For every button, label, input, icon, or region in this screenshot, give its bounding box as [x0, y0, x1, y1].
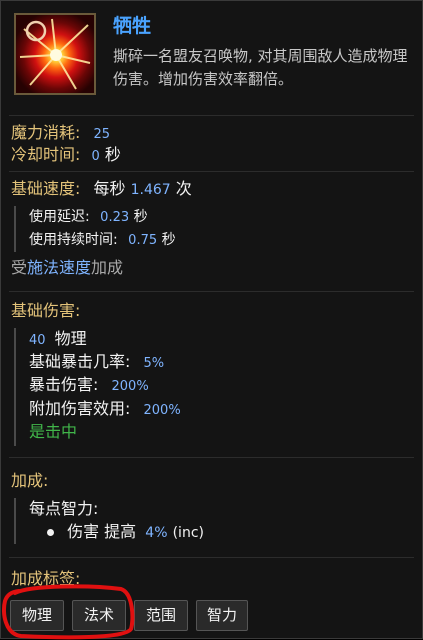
cast-duration-value: 0.75 [128, 233, 158, 248]
divider [9, 171, 414, 172]
added-damage-effectiveness-row: 附加伤害效用: 200% [29, 398, 181, 422]
skill-description: 撕碎一名盟友召唤物, 对其周围敌人造成物理伤害。增加伤害效率翻倍。 [113, 47, 408, 88]
affected-by-row: 受施法速度加成 [11, 257, 123, 279]
indent-bar [14, 498, 16, 544]
divider [9, 115, 414, 116]
divider [9, 457, 414, 458]
base-speed-value: 1.467 [130, 182, 171, 198]
damage-amount-value: 40 [29, 333, 46, 348]
cast-duration-label: 使用持续时间: [29, 232, 118, 248]
is-hit-text: 是击中 [29, 422, 78, 441]
base-damage-label: 基础伤害: [11, 301, 81, 320]
skill-tooltip-panel: 牺牲 撕碎一名盟友召唤物, 对其周围敌人造成物理伤害。增加伤害效率翻倍。 魔力消… [0, 0, 423, 640]
crit-chance-label: 基础暴击几率: [29, 352, 131, 371]
scaling-bullet-value: 4% [145, 525, 168, 541]
per-intelligence-row: 每点智力: [29, 498, 98, 520]
added-damage-effectiveness-label: 附加伤害效用: [29, 399, 131, 418]
tag-area[interactable]: 范围 [134, 600, 188, 631]
cooldown-label: 冷却时间: [11, 145, 81, 164]
cooldown-row: 冷却时间: 0 秒 [11, 144, 121, 168]
cast-delay-label: 使用延迟: [29, 209, 90, 225]
crit-damage-row: 暴击伤害: 200% [29, 374, 149, 398]
scaling-bullet-row: 伤害 提高 4% (inc) [47, 521, 204, 544]
crit-damage-value: 200% [111, 379, 149, 394]
tag-intelligence[interactable]: 智力 [196, 600, 248, 631]
base-damage-label-row: 基础伤害: [11, 300, 80, 322]
bullet-icon [47, 529, 54, 536]
crit-chance-row: 基础暴击几率: 5% [29, 351, 164, 375]
per-intelligence-label: 每点智力: [29, 499, 99, 518]
indent-bar [14, 206, 16, 252]
base-speed-row: 基础速度: 每秒 1.467 次 [11, 178, 192, 201]
affected-prefix: 受 [11, 258, 28, 277]
added-damage-effectiveness-value: 200% [143, 403, 181, 418]
scaling-tags-label: 加成标签: [11, 569, 81, 588]
damage-type: 物理 [54, 329, 87, 348]
divider [9, 291, 414, 292]
cast-speed-link[interactable]: 施法速度 [27, 258, 91, 277]
scaling-label: 加成: [11, 471, 49, 490]
tag-physical[interactable]: 物理 [10, 600, 64, 631]
crit-damage-label: 暴击伤害: [29, 375, 99, 394]
sacrifice-explosion-icon [14, 13, 96, 95]
cast-delay-unit: 秒 [133, 209, 148, 225]
base-speed-unit: 次 [175, 179, 192, 198]
tag-spell[interactable]: 法术 [72, 600, 126, 631]
cast-delay-row: 使用延迟: 0.23 秒 [29, 206, 148, 229]
skill-header: 牺牲 撕碎一名盟友召唤物, 对其周围敌人造成物理伤害。增加伤害效率翻倍。 [9, 7, 416, 117]
is-hit-row: 是击中 [29, 421, 77, 443]
mana-cost-value: 25 [93, 127, 111, 142]
crit-chance-value: 5% [143, 356, 165, 371]
mana-cost-label: 魔力消耗: [11, 123, 81, 142]
base-speed-prefix: 每秒 [93, 179, 126, 198]
divider [9, 557, 414, 558]
damage-amount-row: 40 物理 [29, 328, 87, 352]
scaling-label-row: 加成: [11, 470, 48, 492]
indent-bar [14, 328, 16, 446]
affected-suffix: 加成 [91, 258, 124, 277]
scaling-bullet-text: 伤害 提高 [67, 522, 137, 541]
cast-delay-value: 0.23 [100, 210, 130, 225]
mana-cost-row: 魔力消耗: 25 [11, 122, 110, 146]
cast-duration-unit: 秒 [161, 232, 176, 248]
cast-duration-row: 使用持续时间: 0.75 秒 [29, 229, 176, 252]
base-speed-label: 基础速度: [11, 179, 81, 198]
scaling-bullet-suffix: (inc) [172, 525, 204, 541]
skill-name: 牺牲 [113, 15, 152, 37]
cooldown-value: 0 [91, 149, 100, 164]
cooldown-unit: 秒 [104, 145, 121, 164]
scaling-tags-label-row: 加成标签: [11, 568, 80, 590]
